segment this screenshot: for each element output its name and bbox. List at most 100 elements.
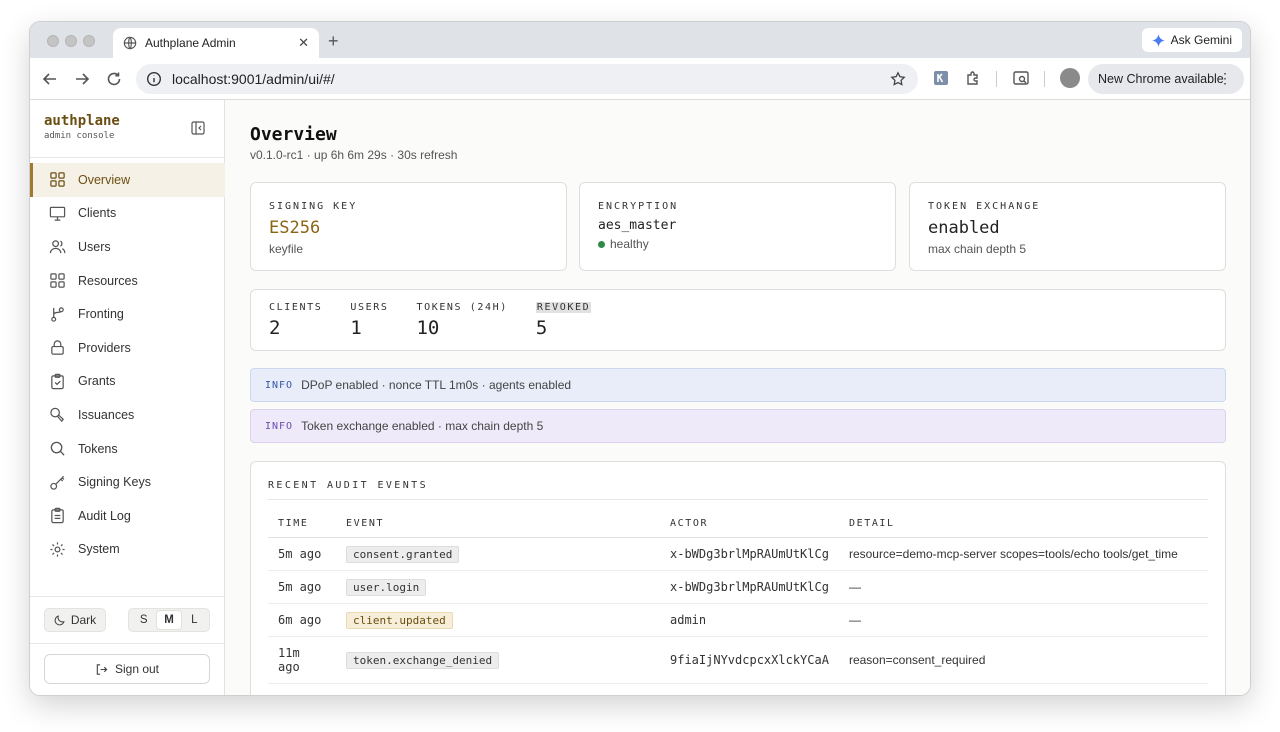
extensions-puzzle-icon[interactable] [964,69,982,87]
recent-audit-card: RECENT AUDIT EVENTS TIME EVENT ACTOR DET… [250,461,1226,695]
sidebar-nav: Overview Clients Users Resources Frontin… [30,163,225,566]
sidebar-item-label: Issuances [78,407,135,422]
dark-mode-toggle[interactable]: Dark [44,608,106,632]
brand-subtitle: admin console [44,131,115,141]
sidebar-item-audit-log[interactable]: Audit Log [30,499,225,533]
sidebar-item-label: Fronting [78,307,124,322]
table-row[interactable]: 5m ago user.login x-bWDg3brlMpRAUmUtKlCg… [268,570,1208,604]
column-header-event: EVENT [336,512,660,538]
sidebar: authplane admin console Overview Clients… [30,100,225,695]
profile-avatar[interactable] [1060,68,1080,88]
reload-icon[interactable] [105,70,123,88]
stat-users: USERS 1 [350,302,388,350]
info-tag: INFO [265,420,294,432]
dark-mode-label: Dark [70,613,97,627]
sidebar-item-signing-keys[interactable]: Signing Keys [30,465,225,499]
column-header-detail: DETAIL [838,512,1208,538]
grid-icon [50,273,65,288]
browser-tab[interactable]: Authplane Admin ✕ [113,28,319,58]
size-option-l[interactable]: L [182,611,206,629]
sidebar-item-label: Overview [78,172,131,187]
back-icon[interactable] [41,70,59,88]
health-label: healthy [610,237,649,251]
card-hint: keyfile [269,242,304,256]
ask-gemini-button[interactable]: Ask Gemini [1141,28,1242,52]
update-label: New Chrome available [1098,72,1224,86]
event-badge: user.login [346,578,427,596]
url-text: localhost:9001/admin/ui/#/ [172,71,335,87]
sidebar-divider [30,157,225,158]
card-label: TOKEN EXCHANGE [928,201,1041,212]
sidebar-item-overview[interactable]: Overview [30,163,225,197]
card-value: aes_master [598,218,677,233]
stat-value: 2 [269,317,281,339]
table-row[interactable]: 11m ago token.exchange_denied 9fiaIjNYvd… [268,636,1208,684]
search-icon [50,441,65,456]
card-value: enabled [928,218,1000,238]
sidebar-item-providers[interactable]: Providers [30,331,225,365]
sidebar-item-fronting[interactable]: Fronting [30,297,225,331]
stat-label: TOKENS (24H) [416,302,508,313]
sidebar-item-users[interactable]: Users [30,230,225,264]
stat-tokens: TOKENS (24H) 10 [416,302,507,350]
audit-table: TIME EVENT ACTOR DETAIL 5m ago consent.g… [268,512,1208,684]
users-icon [49,240,66,254]
sign-out-label: Sign out [114,662,160,676]
stat-value: 5 [535,317,548,339]
branch-icon [51,306,64,322]
info-banner-dpop: INFO DPoP enabled · nonce TTL 1m0s · age… [250,368,1226,402]
sidebar-item-tokens[interactable]: Tokens [30,432,225,466]
card-label: SIGNING KEY [269,201,358,212]
sidebar-item-grants[interactable]: Grants [30,365,225,399]
sidebar-divider [30,643,225,644]
text-size-switcher: S M L [128,608,210,632]
collapse-sidebar-icon[interactable] [191,121,205,135]
sidebar-item-label: Resources [78,273,138,288]
event-time: 6m ago [268,603,336,637]
status-dot [598,240,605,248]
monitor-icon [49,206,66,221]
sidebar-item-label: Tokens [78,441,118,456]
maximize-window-button[interactable] [83,35,95,47]
forward-icon[interactable] [73,70,91,88]
event-detail: — [838,603,1208,637]
kebab-menu-icon[interactable]: ⋮ [1218,71,1232,85]
browser-toolbar: localhost:9001/admin/ui/#/ New Chrome av… [30,58,1250,100]
moon-icon [54,615,65,626]
encryption-card: ENCRYPTION aes_master healthy [579,182,896,271]
close-tab-icon[interactable]: ✕ [298,35,309,51]
clipboard-check-icon [51,373,64,390]
event-actor: 9fiaIjNYvdcpcxXlckYCaA [660,636,839,684]
sidebar-item-label: Audit Log [78,508,131,523]
sign-out-button[interactable]: Sign out [44,654,210,684]
stat-label: CLIENTS [269,302,323,313]
brand: authplane admin console [44,113,120,141]
stat-value: 10 [416,317,440,339]
address-bar[interactable]: localhost:9001/admin/ui/#/ [136,64,918,94]
sidebar-item-clients[interactable]: Clients [30,197,225,231]
size-option-m[interactable]: M [156,611,181,629]
extension-k-icon[interactable] [932,69,950,87]
table-row[interactable]: 6m ago client.updated admin — [268,603,1208,637]
globe-icon [123,36,137,50]
sidebar-item-label: Grants [78,374,116,389]
new-tab-icon[interactable]: + [328,31,339,52]
event-badge: client.updated [346,611,453,629]
minimize-window-button[interactable] [65,35,77,47]
token-exchange-card: TOKEN EXCHANGE enabled max chain depth 5 [909,182,1226,271]
banner-text: DPoP enabled · nonce TTL 1m0s · agents e… [301,378,572,392]
sidebar-item-system[interactable]: System [30,533,225,567]
card-label: ENCRYPTION [598,201,679,212]
info-banner-token-exchange: INFO Token exchange enabled · max chain … [250,409,1226,443]
stat-label: USERS [350,302,389,313]
sidebar-item-resources[interactable]: Resources [30,264,225,298]
table-row[interactable]: 5m ago consent.granted x-bWDg3brlMpRAUmU… [268,537,1208,571]
site-info-icon[interactable] [146,71,162,87]
close-window-button[interactable] [47,35,59,47]
page-title: Overview [250,124,337,145]
chrome-update-button[interactable]: New Chrome available ⋮ [1088,64,1244,94]
sidebar-item-issuances[interactable]: Issuances [30,398,225,432]
bookmark-star-icon[interactable] [890,71,906,87]
tab-search-icon[interactable] [1012,69,1030,87]
size-option-s[interactable]: S [132,611,156,629]
